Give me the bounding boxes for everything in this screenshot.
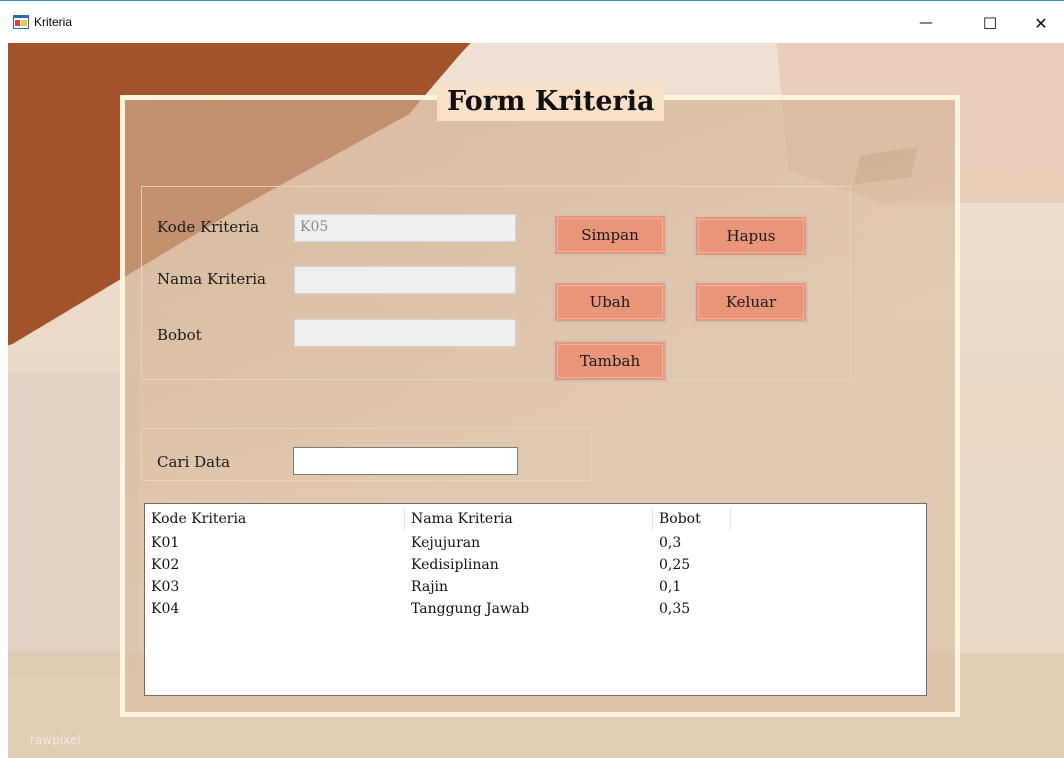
- background-shape: [8, 373, 138, 673]
- cell-kode: K01: [151, 535, 180, 551]
- cell-kode: K02: [151, 557, 180, 573]
- simpan-label: Simpan: [581, 226, 639, 244]
- cell-bobot: 0,25: [659, 557, 691, 573]
- bobot-label: Bobot: [157, 326, 202, 344]
- ubah-label: Ubah: [589, 293, 631, 311]
- column-header-bobot[interactable]: Bobot: [653, 508, 731, 530]
- table-row[interactable]: K03 Rajin 0,1: [145, 576, 926, 598]
- kode-kriteria-field[interactable]: K05: [294, 214, 516, 242]
- column-header-nama[interactable]: Nama Kriteria: [405, 508, 653, 530]
- cell-bobot: 0,1: [659, 579, 682, 595]
- maximize-button[interactable]: ☐: [967, 7, 1013, 39]
- column-header-kode[interactable]: Kode Kriteria: [145, 508, 405, 530]
- keluar-button[interactable]: Keluar: [694, 281, 808, 323]
- keluar-label: Keluar: [725, 293, 777, 311]
- minimize-button[interactable]: —: [903, 7, 949, 39]
- close-icon: ✕: [1034, 13, 1048, 33]
- hapus-label: Hapus: [726, 227, 776, 245]
- minimize-icon: —: [919, 15, 933, 31]
- app-icon: [13, 15, 29, 29]
- search-input[interactable]: [293, 447, 518, 475]
- maximize-icon: ☐: [982, 13, 998, 33]
- close-button[interactable]: ✕: [1018, 7, 1064, 39]
- kriteria-table[interactable]: Kode Kriteria Nama Kriteria Bobot K01 Ke…: [144, 503, 927, 696]
- table-row[interactable]: K04 Tanggung Jawab 0,35: [145, 598, 926, 620]
- nama-kriteria-label: Nama Kriteria: [157, 270, 266, 288]
- cell-nama: Kedisiplinan: [411, 557, 499, 573]
- ubah-button[interactable]: Ubah: [553, 281, 667, 323]
- bobot-field[interactable]: [294, 319, 516, 347]
- cell-kode: K04: [151, 601, 180, 617]
- tambah-label: Tambah: [579, 352, 641, 370]
- form-heading: Form Kriteria: [437, 83, 665, 121]
- window-title: Kriteria: [34, 15, 73, 29]
- cell-bobot: 0,35: [659, 601, 691, 617]
- watermark-text: rawpixel: [30, 733, 81, 747]
- window-titlebar: Kriteria — ☐ ✕: [0, 0, 1064, 43]
- form-client-area: Form Kriteria Kode Kriteria Nama Kriteri…: [8, 43, 1064, 758]
- cell-kode: K03: [151, 579, 180, 595]
- nama-kriteria-field[interactable]: [294, 266, 516, 294]
- table-row[interactable]: K01 Kejujuran 0,3: [145, 532, 926, 554]
- kode-kriteria-label: Kode Kriteria: [157, 218, 260, 236]
- tambah-button[interactable]: Tambah: [553, 340, 667, 382]
- cell-nama: Tanggung Jawab: [411, 601, 530, 617]
- simpan-button[interactable]: Simpan: [553, 214, 667, 256]
- hapus-button[interactable]: Hapus: [694, 215, 808, 257]
- cell-nama: Kejujuran: [411, 535, 481, 551]
- cell-bobot: 0,3: [659, 535, 682, 551]
- cell-nama: Rajin: [411, 579, 449, 595]
- cari-data-label: Cari Data: [157, 453, 231, 471]
- table-row[interactable]: K02 Kedisiplinan 0,25: [145, 554, 926, 576]
